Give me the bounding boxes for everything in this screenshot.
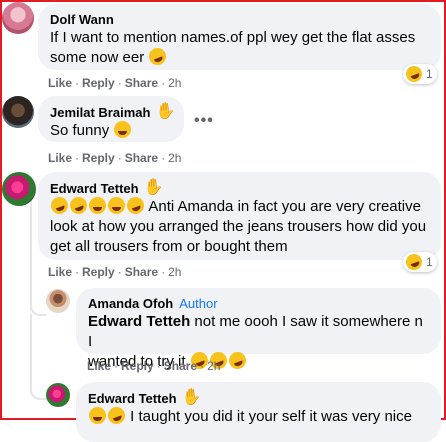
window-border-top — [0, 0, 446, 2]
rofl-emoji-icon — [226, 349, 249, 372]
reply-text: I taught you did it your self it was ver… — [88, 404, 429, 427]
share-button[interactable]: Share — [125, 151, 158, 165]
comment-text-line: Anti Amanda in fact you are very creativ… — [148, 198, 421, 215]
separator-dot: · — [161, 76, 166, 90]
commenter-name[interactable]: Dolf Wann — [50, 11, 429, 28]
avatar[interactable] — [2, 2, 34, 34]
comment-text: So funny — [50, 121, 172, 141]
timestamp[interactable]: 2h — [168, 76, 181, 90]
comment-bubble: Jemilat Braimah ✋ So funny — [38, 96, 184, 142]
timestamp[interactable]: 2h — [168, 151, 181, 165]
waving-hand-icon: ✋ — [181, 389, 202, 406]
rofl-emoji-icon — [105, 404, 128, 427]
separator-dot: · — [117, 76, 122, 90]
comment-text: Anti Amanda in fact you are very creativ… — [48, 194, 429, 257]
reaction-count: 1 — [426, 67, 433, 81]
rofl-emoji-icon — [124, 194, 147, 217]
author-badge: Author — [179, 296, 218, 311]
rofl-emoji-icon — [67, 194, 90, 217]
laughing-emoji-icon — [114, 121, 132, 138]
commenter-name[interactable]: Jemilat Braimah — [50, 104, 150, 121]
comment-text: If I want to mention names.of ppl wey ge… — [50, 28, 429, 68]
reply-bubble: Amanda Ofoh Author Edward Tetteh not me … — [76, 288, 441, 372]
separator-dot: · — [114, 359, 119, 373]
reply-thread-connector-2 — [30, 384, 46, 400]
commenter-name[interactable]: Edward Tetteh — [50, 180, 139, 197]
waving-hand-icon: ✋ — [143, 179, 164, 196]
laughing-emoji-icon — [89, 407, 106, 424]
avatar[interactable] — [46, 289, 70, 313]
rofl-emoji-icon — [403, 251, 425, 273]
commenter-name-row: Amanda Ofoh Author — [88, 295, 429, 312]
reply-button[interactable]: Reply — [82, 151, 115, 165]
reaction-summary[interactable]: 1 — [403, 251, 437, 273]
waving-hand-icon: ✋ — [155, 103, 176, 120]
comment-text-line: If I want to mention names.of ppl wey ge… — [50, 29, 416, 46]
separator-dot: · — [75, 151, 80, 165]
reply-thread-connector — [30, 300, 46, 316]
like-button[interactable]: Like — [48, 265, 72, 279]
commenter-name-row: Jemilat Braimah ✋ — [50, 103, 176, 121]
timestamp[interactable]: 2h — [207, 359, 220, 373]
laughing-emoji-icon — [108, 197, 125, 214]
commenter-name-row: Edward Tetteh ✋ — [88, 389, 429, 407]
comment-text-line: get all trousers from or bought them — [50, 238, 288, 255]
timestamp[interactable]: 2h — [168, 265, 181, 279]
comment-actions: Like · Reply · Share · 2h — [48, 265, 181, 279]
reply-button[interactable]: Reply — [82, 76, 115, 90]
separator-dot: · — [200, 359, 205, 373]
separator-dot: · — [117, 151, 122, 165]
reply-text-line: I taught you did it your self it was ver… — [130, 408, 412, 425]
reaction-summary[interactable]: 1 — [403, 63, 437, 85]
avatar[interactable] — [46, 383, 70, 407]
window-border-left — [0, 0, 2, 420]
like-button[interactable]: Like — [87, 359, 111, 373]
more-options-button[interactable]: ••• — [194, 112, 214, 130]
commenter-name-row: Edward Tetteh ✋ — [50, 179, 429, 197]
comment-text-line: look at how you arranged the jeans trous… — [50, 218, 427, 235]
separator-dot: · — [161, 265, 166, 279]
like-button[interactable]: Like — [48, 76, 72, 90]
separator-dot: · — [75, 76, 80, 90]
laughing-emoji-icon — [89, 197, 106, 214]
share-button[interactable]: Share — [125, 76, 158, 90]
share-button[interactable]: Share — [125, 265, 158, 279]
comment-bubble: Dolf Wann If I want to mention names.of … — [38, 4, 441, 70]
comment-actions: Like · Reply · Share · 2h — [48, 76, 181, 90]
comment-text-line: some now eer — [50, 49, 145, 66]
reply-button[interactable]: Reply — [82, 265, 115, 279]
comment-text-line: So funny — [50, 122, 110, 139]
reply-button[interactable]: Reply — [121, 359, 154, 373]
mention-link[interactable]: Edward Tetteh — [88, 313, 190, 330]
reaction-count: 1 — [426, 255, 433, 269]
share-button[interactable]: Share — [164, 359, 197, 373]
commenter-name[interactable]: Amanda Ofoh — [88, 295, 173, 312]
avatar[interactable] — [2, 172, 36, 206]
like-button[interactable]: Like — [48, 151, 72, 165]
separator-dot: · — [117, 265, 122, 279]
reply-actions: Like · Reply · Share · 2h — [87, 359, 220, 373]
separator-dot: · — [161, 151, 166, 165]
rofl-emoji-icon — [48, 194, 71, 217]
comment-bubble: Edward Tetteh ✋ Anti Amanda in fact you … — [38, 172, 441, 260]
rofl-emoji-icon — [403, 63, 425, 85]
reply-bubble: Edward Tetteh ✋ I taught you did it your… — [76, 382, 441, 442]
commenter-name[interactable]: Edward Tetteh — [88, 390, 177, 407]
separator-dot: · — [75, 265, 80, 279]
avatar[interactable] — [2, 96, 34, 128]
comment-actions: Like · Reply · Share · 2h — [48, 151, 181, 165]
reply-thread-line-2 — [30, 314, 32, 394]
reply-thread-line — [30, 200, 32, 310]
rofl-emoji-icon — [146, 45, 169, 68]
separator-dot: · — [156, 359, 161, 373]
